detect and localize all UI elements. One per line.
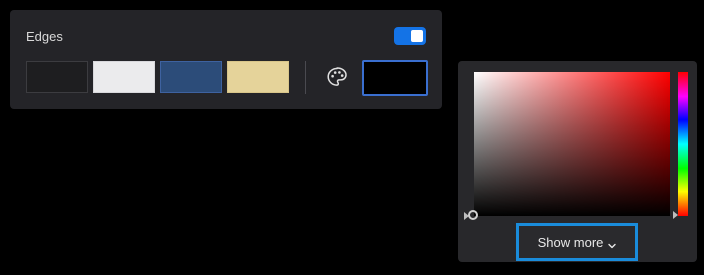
swatch-dark[interactable] — [26, 61, 88, 93]
selected-color-swatch[interactable] — [362, 60, 428, 96]
toggle-knob — [411, 30, 423, 42]
hue-slider[interactable] — [678, 72, 688, 216]
edges-panel: Edges — [10, 10, 442, 109]
saturation-value-area[interactable] — [474, 72, 670, 216]
divider — [305, 61, 306, 94]
swatch-sand[interactable] — [227, 61, 289, 93]
edges-title: Edges — [26, 29, 63, 44]
show-more-button[interactable]: Show more — [516, 223, 638, 261]
palette-icon[interactable] — [324, 64, 350, 90]
sv-handle[interactable] — [468, 210, 478, 220]
swatch-light-gray[interactable] — [93, 61, 155, 93]
show-more-label: Show more — [537, 234, 604, 250]
edges-toggle[interactable] — [394, 27, 426, 45]
hue-handle[interactable] — [673, 211, 678, 219]
chevron-down-icon — [608, 238, 617, 249]
swatch-blue[interactable] — [160, 61, 222, 93]
